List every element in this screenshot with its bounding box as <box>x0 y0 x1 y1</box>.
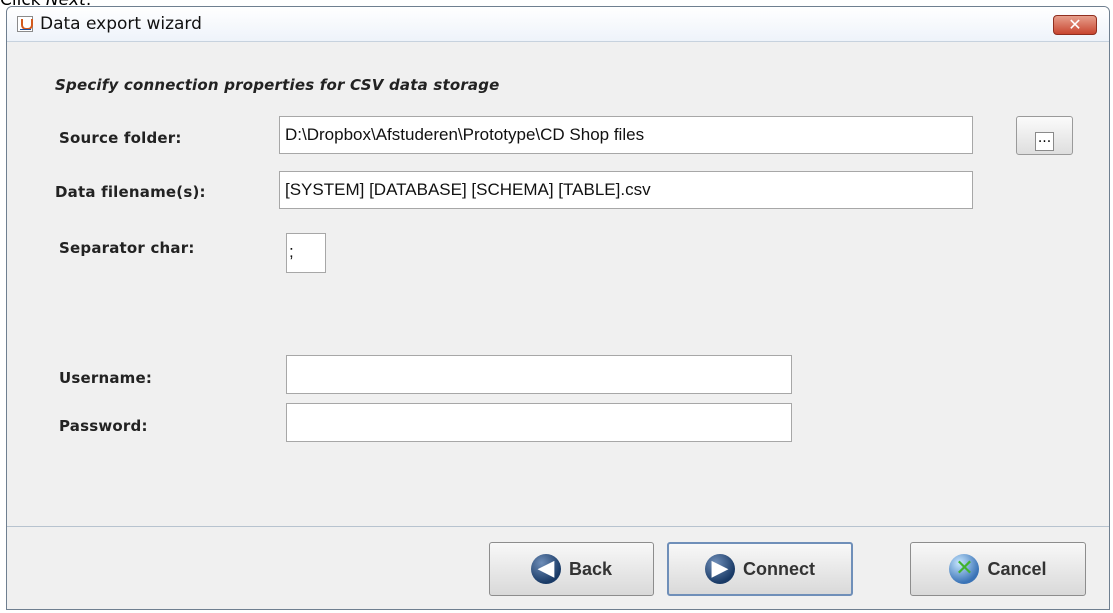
browse-ellipsis: ... <box>1035 131 1054 151</box>
arrow-left-icon: ◀ <box>530 554 561 584</box>
form-heading: Specify connection properties for CSV da… <box>55 76 500 94</box>
window-title: Data export wizard <box>40 14 202 34</box>
separator-char-label: Separator char: <box>59 239 195 257</box>
username-field[interactable] <box>286 355 792 394</box>
password-field[interactable] <box>286 403 792 442</box>
browse-folder-button[interactable]: ... <box>1016 116 1073 155</box>
arrow-right-icon: ▶ <box>705 554 735 584</box>
connect-button-label: Connect <box>743 558 815 579</box>
data-filenames-field[interactable]: [SYSTEM] [DATABASE] [SCHEMA] [TABLE].csv <box>279 171 973 209</box>
back-button-label: Back <box>568 558 613 579</box>
connect-button[interactable]: ▶ Connect <box>667 542 853 596</box>
separator-char-field[interactable]: ; <box>286 233 326 273</box>
password-label: Password: <box>59 417 148 435</box>
data-export-wizard-window: Data export wizard ✕ Specify connection … <box>6 6 1110 610</box>
cancel-button[interactable]: ✕ Cancel <box>910 542 1086 596</box>
wizard-content <box>7 42 1109 526</box>
source-folder-field[interactable]: D:\Dropbox\Afstuderen\Prototype\CD Shop … <box>279 116 973 154</box>
close-button[interactable]: ✕ <box>1053 15 1097 35</box>
back-button[interactable]: ◀ Back <box>489 542 654 596</box>
cancel-x-icon: ✕ <box>949 554 980 584</box>
data-filenames-label: Data filename(s): <box>55 183 206 201</box>
source-folder-label: Source folder: <box>59 129 182 147</box>
java-icon <box>17 16 33 32</box>
cancel-button-label: Cancel <box>987 558 1047 579</box>
title-bar: Data export wizard ✕ <box>7 7 1109 42</box>
username-label: Username: <box>59 369 153 387</box>
